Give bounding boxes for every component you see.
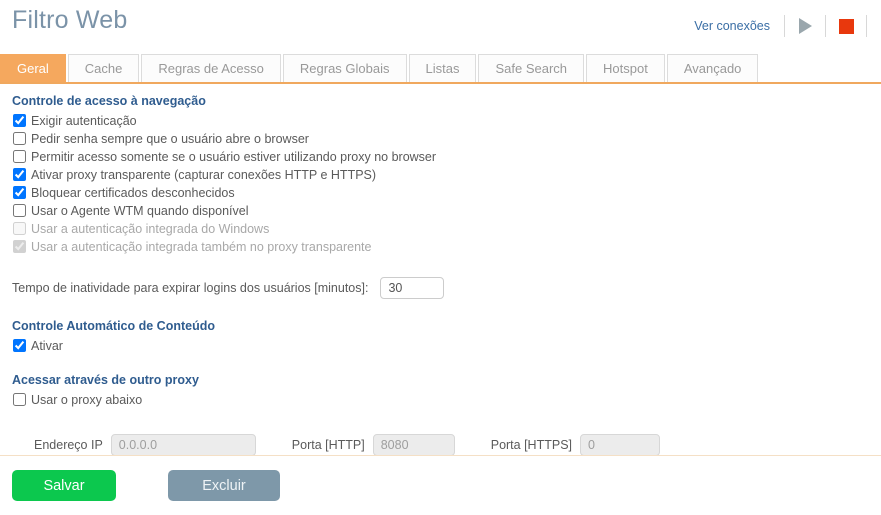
- option-row-proxy-transparente[interactable]: Ativar proxy transparente (capturar cone…: [12, 166, 881, 183]
- stop-button[interactable]: [826, 15, 866, 37]
- section-title-access-control: Controle de acesso à navegação: [12, 94, 206, 108]
- footer-actions: Salvar Excluir: [0, 455, 881, 515]
- tab-bar: Geral Cache Regras de Acesso Regras Glob…: [0, 52, 881, 84]
- checkbox-exigir-autenticacao[interactable]: [13, 114, 26, 127]
- save-button[interactable]: Salvar: [12, 470, 116, 501]
- checkbox-autenticacao-windows: [13, 222, 26, 235]
- delete-button: Excluir: [168, 470, 280, 501]
- settings-panel: Controle de acesso à navegação Exigir au…: [0, 84, 881, 456]
- https-port-input: [580, 434, 661, 456]
- option-row-pedir-senha[interactable]: Pedir senha sempre que o usuário abre o …: [12, 130, 881, 147]
- checkbox-proxy-transparente[interactable]: [13, 168, 26, 181]
- option-row-autenticacao-proxy-transparente: Usar a autenticação integrada também no …: [12, 238, 881, 255]
- view-connections-link[interactable]: Ver conexões: [694, 19, 770, 33]
- toolbar-divider-3: [866, 15, 867, 37]
- page-title: Filtro Web: [12, 6, 128, 34]
- header-toolbar: Ver conexões: [694, 14, 867, 38]
- play-button[interactable]: [785, 15, 825, 37]
- checkbox-permitir-acesso-proxy[interactable]: [13, 150, 26, 163]
- section-title-auto-content: Controle Automático de Conteúdo: [12, 319, 215, 333]
- option-label-agente-wtm[interactable]: Usar o Agente WTM quando disponível: [31, 204, 248, 218]
- timeout-label: Tempo de inatividade para expirar logins…: [12, 281, 369, 295]
- checkbox-autenticacao-proxy-transparente: [13, 240, 26, 253]
- option-label-proxy-transparente[interactable]: Ativar proxy transparente (capturar cone…: [31, 168, 376, 182]
- option-label-exigir-autenticacao[interactable]: Exigir autenticação: [31, 114, 137, 128]
- ip-label: Endereço IP: [34, 438, 103, 452]
- option-label-autenticacao-windows: Usar a autenticação integrada do Windows: [31, 221, 270, 236]
- option-row-ativar-conteudo[interactable]: Ativar: [12, 337, 881, 354]
- ip-input: [110, 434, 256, 456]
- option-label-ativar-conteudo[interactable]: Ativar: [31, 339, 63, 353]
- option-label-usar-proxy-abaixo[interactable]: Usar o proxy abaixo: [31, 393, 142, 407]
- play-icon: [798, 18, 812, 34]
- tab-cache[interactable]: Cache: [67, 54, 140, 82]
- stop-icon: [838, 18, 854, 34]
- option-row-permitir-acesso-proxy[interactable]: Permitir acesso somente se o usuário est…: [12, 148, 881, 165]
- timeout-input[interactable]: [380, 277, 445, 299]
- section-title-other-proxy: Acessar através de outro proxy: [12, 373, 199, 387]
- https-port-label: Porta [HTTPS]: [490, 438, 573, 452]
- checkbox-pedir-senha[interactable]: [13, 132, 26, 145]
- option-label-permitir-acesso-proxy[interactable]: Permitir acesso somente se o usuário est…: [31, 150, 436, 164]
- tab-geral[interactable]: Geral: [0, 54, 66, 82]
- tab-listas[interactable]: Listas: [408, 54, 477, 82]
- option-row-exigir-autenticacao[interactable]: Exigir autenticação: [12, 112, 881, 129]
- tab-avancado[interactable]: Avançado: [666, 54, 759, 82]
- checkbox-ativar-conteudo[interactable]: [13, 339, 26, 352]
- option-row-usar-proxy-abaixo[interactable]: Usar o proxy abaixo: [12, 391, 881, 408]
- tab-safe-search[interactable]: Safe Search: [478, 54, 585, 82]
- checkbox-agente-wtm[interactable]: [13, 204, 26, 217]
- option-row-agente-wtm[interactable]: Usar o Agente WTM quando disponível: [12, 202, 881, 219]
- checkbox-bloquear-certificados[interactable]: [13, 186, 26, 199]
- option-label-pedir-senha[interactable]: Pedir senha sempre que o usuário abre o …: [31, 132, 309, 146]
- http-port-label: Porta [HTTP]: [291, 438, 365, 452]
- http-port-input: [372, 434, 455, 456]
- timeout-setting-row: Tempo de inatividade para expirar logins…: [12, 277, 881, 299]
- tab-hotspot[interactable]: Hotspot: [586, 54, 665, 82]
- proxy-fields-row: Endereço IP Porta [HTTP] Porta [HTTPS]: [12, 434, 881, 456]
- option-row-bloquear-certificados[interactable]: Bloquear certificados desconhecidos: [12, 184, 881, 201]
- page-header: Filtro Web Ver conexões: [0, 0, 881, 52]
- option-label-autenticacao-proxy-transparente: Usar a autenticação integrada também no …: [31, 239, 372, 254]
- option-row-autenticacao-windows: Usar a autenticação integrada do Windows: [12, 220, 881, 237]
- tab-regras-globais[interactable]: Regras Globais: [282, 54, 407, 82]
- option-label-bloquear-certificados[interactable]: Bloquear certificados desconhecidos: [31, 186, 235, 200]
- tab-regras-de-acesso[interactable]: Regras de Acesso: [141, 54, 281, 82]
- checkbox-usar-proxy-abaixo[interactable]: [13, 393, 26, 406]
